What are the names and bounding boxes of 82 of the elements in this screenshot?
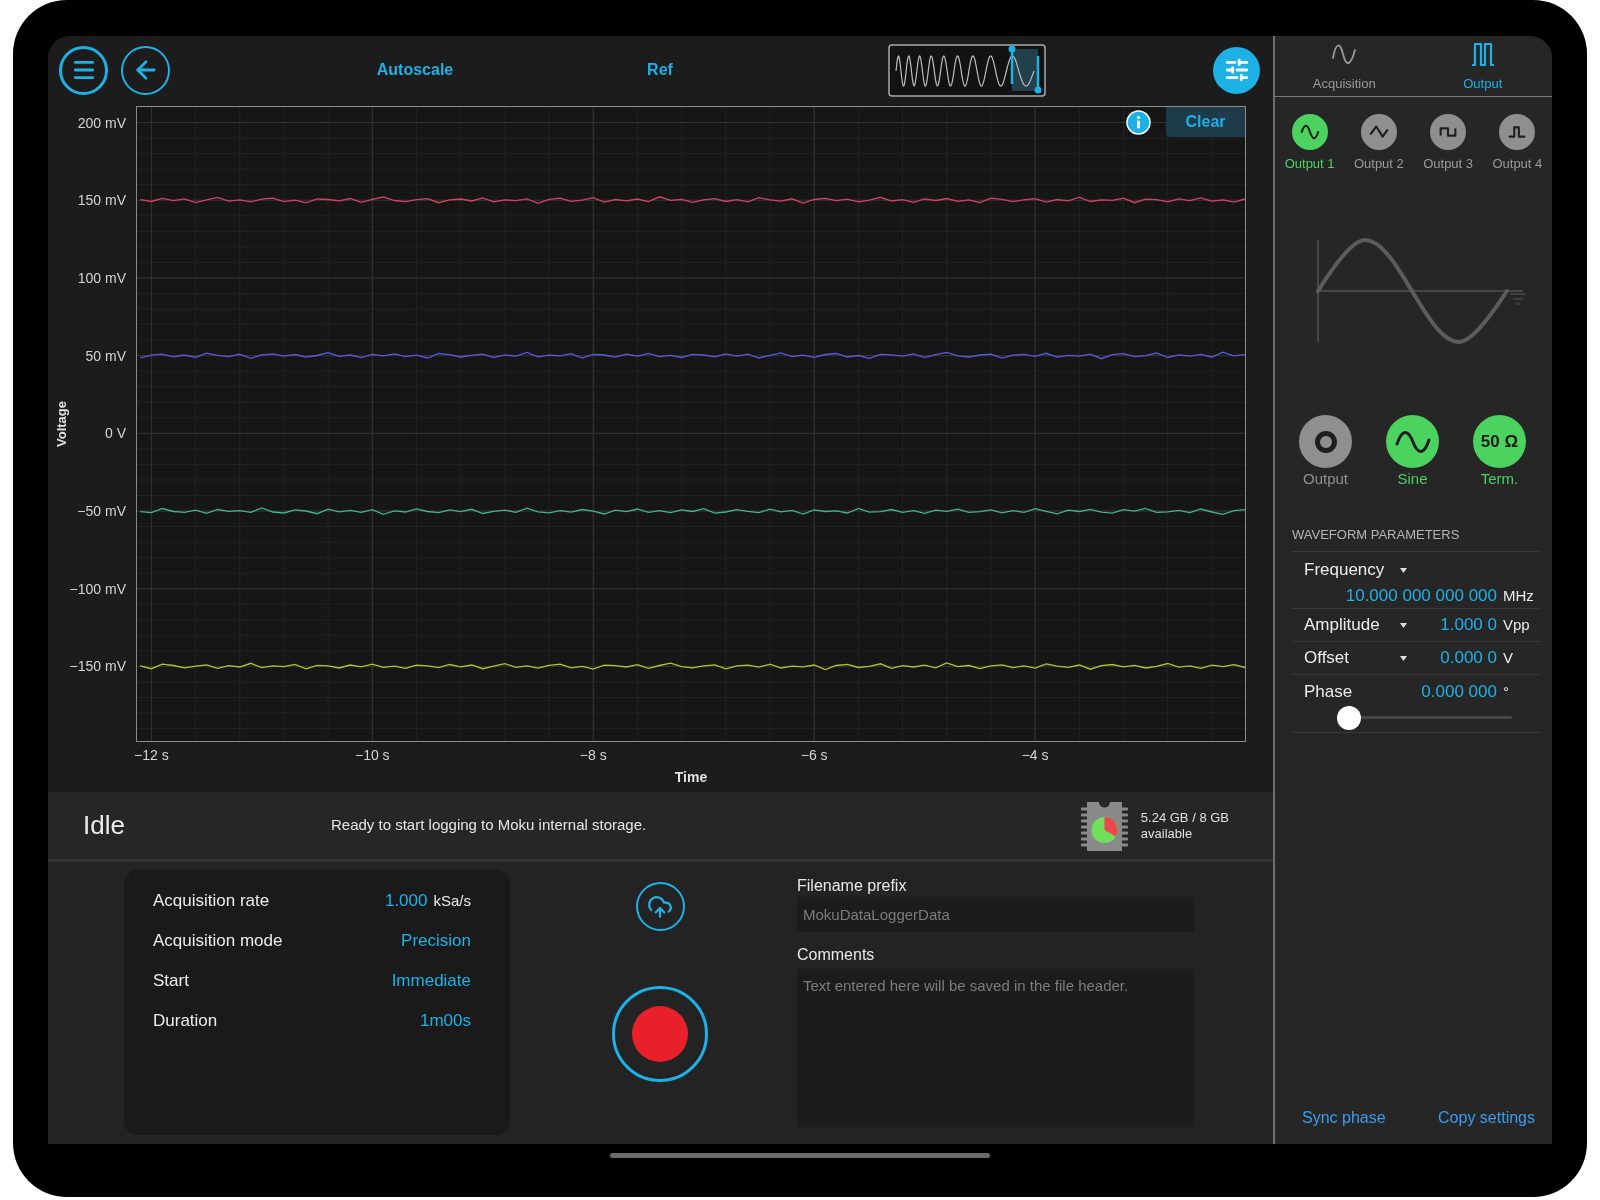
output-channel-button[interactable]: Output 4: [1482, 114, 1552, 172]
setting-label: Acquisition mode: [153, 930, 283, 953]
cloud-upload-icon: [647, 893, 673, 920]
slider-thumb[interactable]: [1337, 706, 1361, 730]
x-tick-label: −10 s: [355, 746, 390, 764]
clear-button[interactable]: Clear: [1166, 107, 1245, 137]
menu-button[interactable]: [59, 45, 108, 95]
panel-tab[interactable]: Output: [1413, 36, 1552, 96]
setting-value[interactable]: 1m00s: [419, 1008, 471, 1034]
y-axis-title: Voltage: [53, 401, 70, 447]
setting-label: Start: [153, 970, 189, 993]
y-tick-label: −50 mV: [77, 502, 126, 520]
parameter-unit: MHz: [1503, 586, 1534, 606]
y-tick-label: −150 mV: [69, 657, 126, 676]
upload-button[interactable]: [635, 882, 685, 931]
waveform-toggle[interactable]: Output: [1282, 415, 1369, 488]
parameter-value[interactable]: 0.000 0: [1440, 648, 1497, 668]
storage-amount: 5.24 GB / 8 GB: [1140, 809, 1229, 826]
output-channel-button[interactable]: Output 3: [1413, 114, 1483, 172]
triangle-wave-icon: [1360, 114, 1397, 150]
output-channel-button[interactable]: Output 2: [1344, 114, 1414, 172]
y-tick-label: 150 mV: [77, 191, 126, 210]
x-tick-label: −4 s: [1021, 746, 1049, 764]
waveform-toggle[interactable]: 50 Ω Term.: [1456, 415, 1543, 488]
panel-link[interactable]: Copy settings: [1438, 1108, 1535, 1128]
dropdown-caret-icon[interactable]: [1400, 567, 1407, 573]
y-tick-label: 50 mV: [85, 346, 126, 365]
panel-tab[interactable]: Acquisition: [1275, 36, 1414, 96]
setting-label: Acquisition rate: [153, 890, 270, 913]
pulse-wave-icon: [1499, 114, 1536, 150]
logger-state: Idle: [83, 810, 125, 840]
parameter-value[interactable]: 10.000 000 000 000: [1345, 586, 1497, 606]
record-button[interactable]: [612, 986, 708, 1082]
square-wave-icon: [1430, 114, 1467, 150]
dropdown-caret-icon[interactable]: [1400, 622, 1407, 628]
setting-label: Duration: [153, 1010, 218, 1033]
phase-slider[interactable]: [1337, 706, 1512, 730]
record-icon: [632, 1006, 688, 1062]
ref-button[interactable]: Ref: [620, 52, 700, 88]
dropdown-caret-icon[interactable]: [1400, 655, 1407, 661]
parameter-label: Offset: [1304, 649, 1351, 667]
settings-button[interactable]: [1213, 46, 1260, 94]
panel-link[interactable]: Sync phase: [1302, 1108, 1386, 1128]
parameter-unit: °: [1503, 682, 1509, 702]
y-tick-label: −100 mV: [69, 579, 126, 598]
parameter-label: Frequency: [1304, 561, 1386, 579]
sine-wave-icon: [1386, 415, 1439, 468]
setting-unit: kSa/s: [433, 891, 471, 912]
sliders-icon: [1223, 57, 1250, 83]
y-tick-label: 0 V: [105, 424, 126, 443]
parameter-label: Phase: [1304, 683, 1354, 701]
status-message: Ready to start logging to Moku internal storage.: [331, 815, 647, 836]
pulse-wave-icon: [1469, 41, 1496, 67]
overview-navigator[interactable]: [888, 43, 1046, 97]
setting-value[interactable]: Precision: [401, 928, 471, 954]
setting-value[interactable]: 1.000: [384, 888, 428, 914]
ring-icon: [1299, 415, 1352, 468]
x-axis-title: Time: [674, 768, 708, 786]
storage-label: available: [1140, 825, 1194, 842]
y-tick-label: 100 mV: [77, 268, 126, 287]
parameter-value[interactable]: 0.000 000: [1421, 682, 1497, 702]
sine-wave-icon: [1291, 114, 1328, 150]
memory-chip-icon: [1079, 799, 1129, 852]
parameter-unit: Vpp: [1503, 615, 1530, 635]
y-tick-label: 200 mV: [77, 113, 126, 132]
output-channel-button[interactable]: Output 1: [1275, 114, 1345, 172]
field-label: Filename prefix: [797, 876, 908, 896]
parameter-label: Amplitude: [1304, 616, 1381, 634]
x-tick-label: −8 s: [579, 746, 607, 764]
section-heading: WAVEFORM PARAMETERS: [1292, 527, 1461, 543]
setting-value[interactable]: Immediate: [391, 968, 471, 994]
comments-field[interactable]: Text entered here will be saved in the file header.: [797, 969, 1194, 1127]
parameter-unit: V: [1503, 648, 1513, 668]
x-tick-label: −6 s: [800, 746, 828, 764]
back-button[interactable]: [121, 45, 170, 95]
x-tick-label: −12 s: [134, 746, 169, 764]
waveform-toggle[interactable]: Sine: [1369, 415, 1456, 488]
parameter-value[interactable]: 1.000 0: [1440, 615, 1497, 635]
autoscale-button[interactable]: Autoscale: [345, 52, 485, 88]
field-label: Comments: [797, 945, 876, 965]
info-icon[interactable]: [1126, 109, 1151, 135]
filename-field[interactable]: MokuDataLoggerData: [797, 897, 1194, 932]
